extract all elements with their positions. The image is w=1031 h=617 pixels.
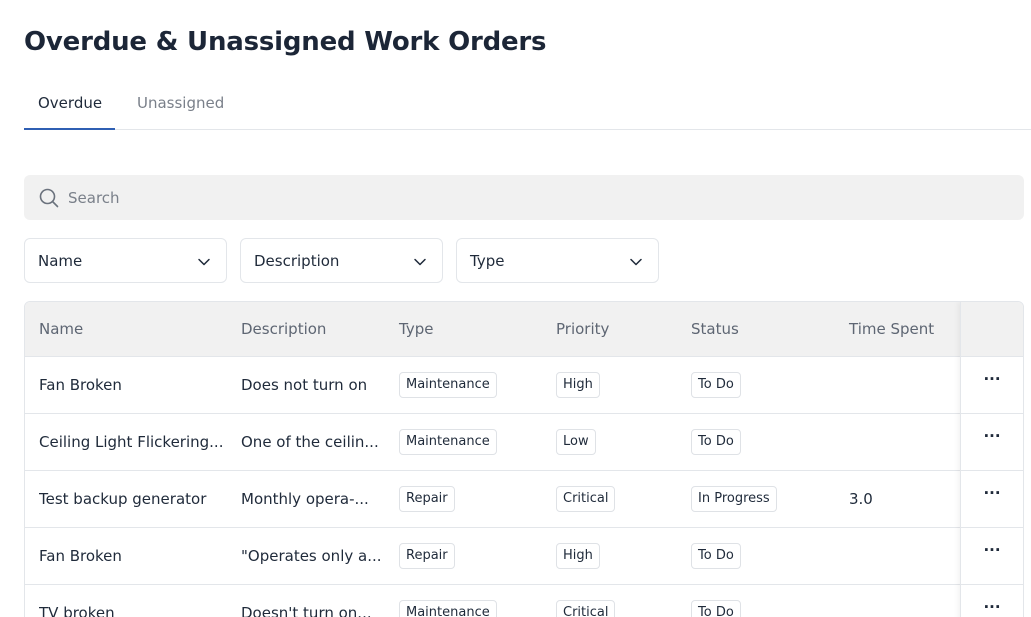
type-badge: Maintenance: [399, 429, 497, 455]
row-actions-column: [960, 302, 1023, 617]
chevron-down-icon: [198, 258, 210, 266]
cell-description: "Operates only a...: [241, 547, 382, 565]
filter-type-dropdown[interactable]: Type: [456, 238, 659, 283]
column-header-description[interactable]: Description: [241, 320, 326, 338]
cell-time-spent: 3.0: [849, 490, 873, 508]
cell-name: Ceiling Light Flickering...: [39, 433, 224, 451]
table-row[interactable]: Fan Broken Does not turn on Maintenance …: [25, 357, 1023, 414]
priority-badge: Critical: [556, 600, 616, 617]
cell-description: Monthly opera-...: [241, 490, 369, 508]
cell-name: Fan Broken: [39, 547, 122, 565]
column-header-status[interactable]: Status: [691, 320, 739, 338]
page-title: Overdue & Unassigned Work Orders: [24, 27, 547, 57]
filter-description-label: Description: [254, 252, 340, 270]
table-row[interactable]: Ceiling Light Flickering... One of the c…: [25, 414, 1023, 471]
table-row[interactable]: Fan Broken "Operates only a... Repair Hi…: [25, 528, 1023, 585]
column-header-time-spent[interactable]: Time Spent: [849, 320, 934, 338]
chevron-down-icon: [630, 258, 642, 266]
cell-name: Fan Broken: [39, 376, 122, 394]
type-badge: Repair: [399, 543, 455, 569]
tab-unassigned[interactable]: Unassigned: [137, 94, 224, 112]
column-header-priority[interactable]: Priority: [556, 320, 609, 338]
status-badge: To Do: [691, 543, 741, 569]
type-badge: Repair: [399, 486, 455, 512]
filter-name-dropdown[interactable]: Name: [24, 238, 227, 283]
work-orders-table: Name Description Type Priority Status Ti…: [24, 301, 1024, 617]
status-badge: To Do: [691, 600, 741, 617]
column-header-type[interactable]: Type: [399, 320, 433, 338]
type-badge: Maintenance: [399, 600, 497, 617]
column-header-name[interactable]: Name: [39, 320, 83, 338]
cell-name: TV broken: [39, 604, 115, 617]
priority-badge: Low: [556, 429, 596, 455]
tab-bar: Overdue Unassigned: [24, 82, 1031, 130]
table-row[interactable]: TV broken Doesn't turn on... Maintenance…: [25, 585, 1023, 617]
search-input[interactable]: [68, 175, 968, 220]
table-header: Name Description Type Priority Status Ti…: [25, 302, 1023, 357]
status-badge: To Do: [691, 429, 741, 455]
table-row[interactable]: Test backup generator Monthly opera-... …: [25, 471, 1023, 528]
type-badge: Maintenance: [399, 372, 497, 398]
priority-badge: High: [556, 543, 600, 569]
priority-badge: High: [556, 372, 600, 398]
cell-description: Doesn't turn on...: [241, 604, 372, 617]
chevron-down-icon: [414, 258, 426, 266]
status-badge: To Do: [691, 372, 741, 398]
cell-description: One of the ceilin...: [241, 433, 379, 451]
search-bar[interactable]: [24, 175, 1024, 220]
cell-name: Test backup generator: [39, 490, 207, 508]
filter-type-label: Type: [470, 252, 505, 270]
filter-name-label: Name: [38, 252, 83, 270]
cell-description: Does not turn on: [241, 376, 368, 394]
filter-description-dropdown[interactable]: Description: [240, 238, 443, 283]
tab-overdue[interactable]: Overdue: [38, 94, 102, 112]
priority-badge: Critical: [556, 486, 616, 512]
active-tab-indicator: [24, 128, 115, 130]
search-icon: [39, 188, 59, 208]
status-badge: In Progress: [691, 486, 777, 512]
